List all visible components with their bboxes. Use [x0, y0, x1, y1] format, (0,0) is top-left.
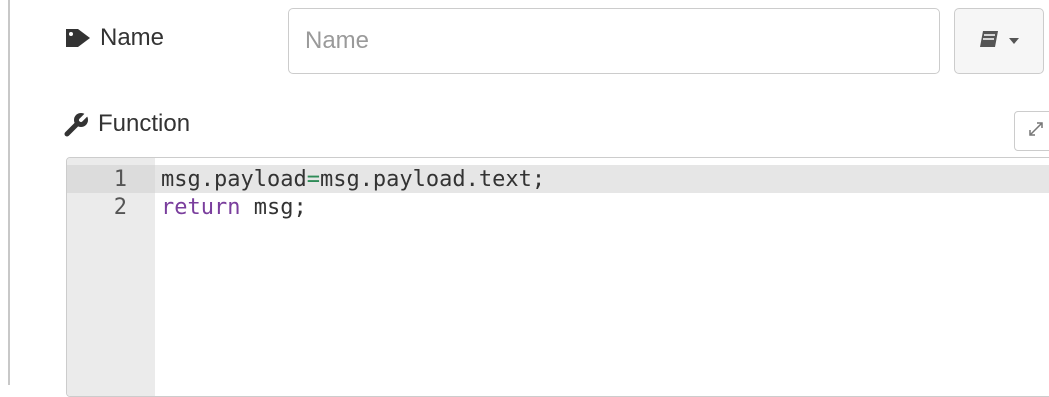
code-token-keyword: return: [161, 194, 241, 220]
name-label-text: Name: [100, 24, 165, 51]
code-token: msg.payload: [161, 166, 307, 192]
library-button[interactable]: [954, 8, 1044, 74]
code-editor[interactable]: 1 msg.payload=msg.payload.text; 2 return…: [66, 157, 1049, 397]
line-number: 2: [113, 194, 127, 220]
wrench-icon: [64, 111, 90, 137]
caret-down-icon: [1008, 32, 1020, 50]
code-token: msg.payload.text;: [319, 166, 546, 192]
expand-editor-button[interactable]: [1014, 111, 1049, 151]
code-text: msg.payload=msg.payload.text;: [161, 167, 545, 192]
code-line[interactable]: 2 return msg;: [67, 193, 307, 221]
code-text: return msg;: [161, 195, 307, 220]
function-label: Function: [64, 110, 190, 138]
line-number: 1: [113, 166, 127, 192]
code-token-operator: =: [306, 166, 320, 192]
expand-icon: [1027, 120, 1045, 143]
book-icon: [978, 29, 1000, 54]
name-label: Name: [64, 24, 164, 52]
panel-left-border: [8, 0, 10, 385]
code-token: msg;: [240, 194, 307, 220]
name-input[interactable]: [288, 8, 940, 74]
code-line[interactable]: 1 msg.payload=msg.payload.text;: [67, 165, 545, 193]
tag-icon: [64, 26, 92, 50]
function-label-text: Function: [98, 110, 191, 137]
